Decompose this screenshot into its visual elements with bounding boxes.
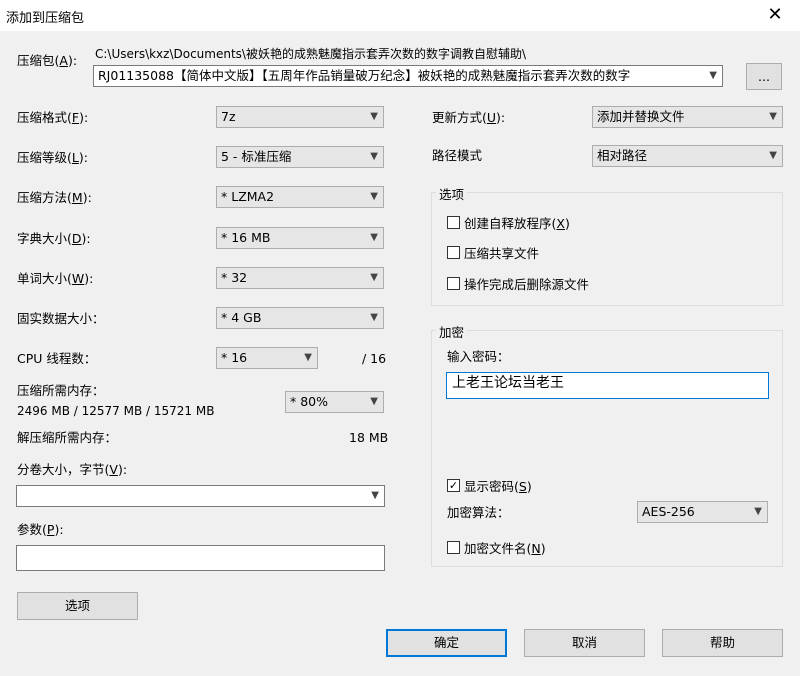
update-combo[interactable]: 添加并替换文件 ▼ [592, 106, 783, 128]
pathmode-combo[interactable]: 相对路径 ▼ [592, 145, 783, 167]
algo-label: 加密算法： [447, 505, 510, 520]
level-combo[interactable]: 5 - 标准压缩 ▼ [216, 146, 384, 168]
word-value: * 32 [221, 270, 248, 285]
window-title: 添加到压缩包 [6, 11, 85, 26]
help-button[interactable]: 帮助 [662, 629, 783, 657]
show-password-label: 显示密码(S) [464, 479, 532, 494]
mem-combo[interactable]: * 80% ▼ [285, 391, 384, 413]
ok-button[interactable]: 确定 [386, 629, 507, 657]
password-value: 上老王论坛当老王 [452, 375, 564, 391]
browse-button[interactable]: ... [746, 63, 782, 90]
params-label: 参数(P): [17, 522, 64, 537]
archive-label: 压缩包(A): [17, 53, 78, 68]
chevron-down-icon: ▼ [709, 70, 717, 81]
checkbox-box [447, 541, 460, 554]
chevron-down-icon: ▼ [769, 150, 777, 161]
word-label: 单词大小(W): [17, 271, 94, 286]
pathmode-value: 相对路径 [597, 148, 648, 163]
volume-label: 分卷大小，字节(V): [17, 462, 128, 477]
close-icon[interactable]: ✕ [764, 4, 786, 25]
chevron-down-icon: ▼ [370, 232, 378, 243]
chevron-down-icon: ▼ [370, 111, 378, 122]
sfx-checkbox[interactable]: 创建自释放程序(X) [447, 213, 570, 232]
chevron-down-icon: ▼ [370, 396, 378, 407]
method-value: * LZMA2 [221, 189, 275, 204]
format-label: 压缩格式(F): [17, 110, 89, 125]
archive-path: C:\Users\kxz\Documents\被妖艳的成熟魅魔指示套弄次数的数字… [95, 47, 527, 61]
delete-checkbox[interactable]: 操作完成后删除源文件 [447, 274, 589, 293]
checkbox-box [447, 216, 460, 229]
format-value: 7z [221, 109, 236, 124]
dict-label: 字典大小(D): [17, 231, 91, 246]
chevron-down-icon: ▼ [370, 272, 378, 283]
decomp-label: 解压缩所需内存： [17, 430, 118, 445]
options-group-title: 选项 [436, 184, 468, 203]
cpu-max: / 16 [362, 351, 387, 366]
encrypt-names-checkbox[interactable]: 加密文件名(N) [447, 538, 546, 557]
update-value: 添加并替换文件 [597, 109, 685, 124]
cpu-combo[interactable]: * 16 ▼ [216, 347, 318, 369]
delete-label: 操作完成后删除源文件 [464, 277, 590, 292]
solid-value: * 4 GB [221, 310, 262, 325]
level-value: 5 - 标准压缩 [221, 149, 292, 164]
params-input[interactable] [16, 545, 385, 571]
encrypt-names-label: 加密文件名(N) [464, 541, 546, 556]
dict-combo[interactable]: * 16 MB ▼ [216, 227, 384, 249]
shared-checkbox[interactable]: 压缩共享文件 [447, 243, 539, 262]
solid-combo[interactable]: * 4 GB ▼ [216, 307, 384, 329]
word-combo[interactable]: * 32 ▼ [216, 267, 384, 289]
sfx-label: 创建自释放程序(X) [464, 216, 570, 231]
archive-name-combo[interactable]: RJ01135088【简体中文版】【五周年作品销量破万纪念】被妖艳的成熟魅魔指示… [93, 65, 723, 87]
chevron-down-icon: ▼ [370, 151, 378, 162]
mem-detail: 2496 MB / 12577 MB / 15721 MB [17, 404, 215, 418]
password-label: 输入密码： [447, 349, 510, 364]
show-password-checkbox[interactable]: ✓ 显示密码(S) [447, 476, 532, 495]
cpu-value: * 16 [221, 350, 248, 365]
method-combo[interactable]: * LZMA2 ▼ [216, 186, 384, 208]
password-input[interactable]: 上老王论坛当老王 [446, 372, 769, 399]
cpu-label: CPU 线程数： [17, 351, 97, 366]
archive-name-value: RJ01135088【简体中文版】【五周年作品销量破万纪念】被妖艳的成熟魅魔指示… [98, 68, 631, 83]
chevron-down-icon: ▼ [370, 312, 378, 323]
volume-combo[interactable]: ▼ [16, 485, 385, 507]
chevron-down-icon: ▼ [754, 506, 762, 517]
chevron-down-icon: ▼ [370, 191, 378, 202]
chevron-down-icon: ▼ [769, 111, 777, 122]
options-button[interactable]: 选项 [17, 592, 138, 620]
check-icon: ✓ [447, 479, 460, 492]
dict-value: * 16 MB [221, 230, 271, 245]
cancel-button[interactable]: 取消 [524, 629, 645, 657]
algo-combo[interactable]: AES-256 ▼ [637, 501, 768, 523]
format-combo[interactable]: 7z ▼ [216, 106, 384, 128]
checkbox-box [447, 277, 460, 290]
pathmode-label: 路径模式 [432, 148, 483, 163]
decomp-value: 18 MB [349, 430, 389, 445]
method-label: 压缩方法(M): [17, 190, 92, 205]
title-bar [0, 0, 800, 31]
chevron-down-icon: ▼ [371, 490, 379, 501]
solid-label: 固实数据大小： [17, 311, 105, 326]
checkbox-box [447, 246, 460, 259]
level-label: 压缩等级(L): [17, 150, 88, 165]
mem-value: * 80% [290, 394, 329, 409]
encryption-group-title: 加密 [436, 322, 468, 341]
update-label: 更新方式(U): [432, 110, 506, 125]
mem-label: 压缩所需内存： [17, 383, 105, 398]
chevron-down-icon: ▼ [304, 352, 312, 363]
algo-value: AES-256 [642, 504, 695, 519]
encryption-group [431, 330, 783, 567]
shared-label: 压缩共享文件 [464, 246, 540, 261]
